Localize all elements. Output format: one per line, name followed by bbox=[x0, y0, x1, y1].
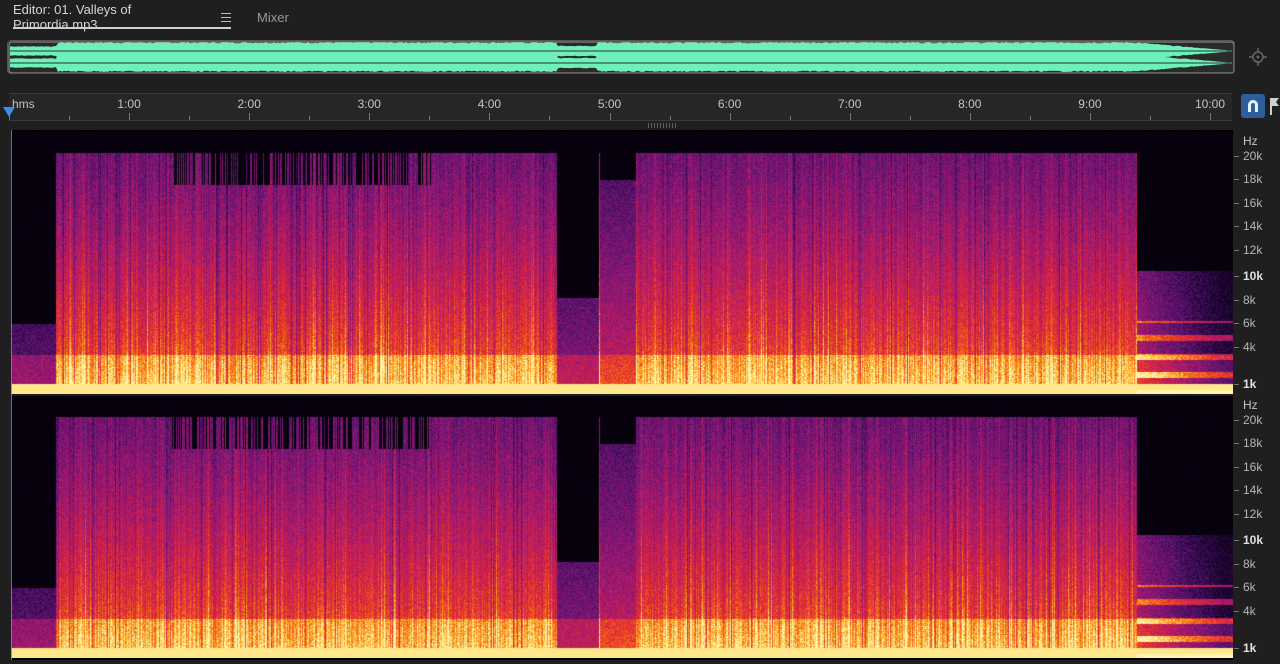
spectral-frequency-display[interactable] bbox=[11, 130, 1233, 660]
frequency-label: 8k bbox=[1243, 556, 1256, 571]
frequency-label: 6k bbox=[1243, 316, 1256, 331]
frequency-tick bbox=[1234, 276, 1239, 278]
frequency-tick bbox=[1234, 202, 1239, 204]
ruler-unit-label: hms bbox=[12, 97, 35, 111]
frequency-label: 4k bbox=[1243, 339, 1256, 354]
spectrogram-canvas-right bbox=[11, 396, 1233, 658]
playhead-marker[interactable] bbox=[3, 107, 15, 117]
frequency-label: 18k bbox=[1243, 436, 1263, 451]
ruler-tick bbox=[189, 116, 191, 120]
ruler-tick bbox=[249, 113, 251, 120]
ruler-tick bbox=[549, 116, 551, 120]
timeline-ruler[interactable]: hms 1:00 2:00 3:00 4:00 5:00 6:00 7:00 8:00 9:00… bbox=[9, 93, 1232, 121]
frequency-label: 8k bbox=[1243, 292, 1256, 307]
ruler-time-label: 5:00 bbox=[597, 97, 622, 111]
frequency-tick bbox=[1234, 587, 1239, 589]
ruler-tick bbox=[609, 113, 611, 120]
ruler-tick bbox=[1089, 113, 1091, 120]
overview-waveform[interactable] bbox=[7, 40, 1235, 74]
ruler-time-label: 2:00 bbox=[237, 97, 261, 111]
frequency-label: 10k bbox=[1243, 269, 1264, 284]
ruler-time-label: 10:00 bbox=[1194, 97, 1226, 111]
magnet-icon bbox=[1248, 100, 1258, 112]
frequency-unit-label: Hz bbox=[1243, 398, 1258, 412]
ruler-tick bbox=[789, 116, 791, 120]
ruler-tick bbox=[1149, 116, 1151, 120]
ruler-tick bbox=[909, 116, 911, 120]
ruler-tick bbox=[1029, 116, 1031, 120]
frequency-label: 1k bbox=[1243, 640, 1257, 655]
frequency-label: 10k bbox=[1243, 533, 1264, 548]
frequency-unit-label: Hz bbox=[1243, 134, 1258, 148]
frequency-tick bbox=[1234, 299, 1239, 301]
ruler-tick bbox=[1210, 113, 1211, 120]
ruler-time-label: 9:00 bbox=[1078, 97, 1102, 111]
ruler-tick bbox=[489, 113, 491, 120]
ruler-tick bbox=[429, 116, 431, 120]
panel-resize-grip[interactable] bbox=[648, 123, 676, 128]
ruler-tick bbox=[669, 116, 671, 120]
frequency-tick bbox=[1234, 513, 1239, 515]
zoom-navigator-icon[interactable] bbox=[1248, 47, 1268, 67]
ruler-time-label: 4:00 bbox=[477, 97, 502, 111]
frequency-label: 1k bbox=[1243, 376, 1257, 391]
frequency-tick bbox=[1234, 249, 1239, 251]
ruler-time-label: 8:00 bbox=[958, 97, 982, 111]
ruler-time-label: 6:00 bbox=[717, 97, 742, 111]
ruler-tick bbox=[969, 113, 971, 120]
frequency-tick bbox=[1234, 647, 1239, 649]
frequency-tick bbox=[1234, 610, 1239, 612]
frequency-tick bbox=[1234, 383, 1239, 385]
frequency-tick bbox=[1234, 540, 1239, 542]
frequency-tick bbox=[1234, 323, 1239, 325]
frequency-label: 14k bbox=[1243, 219, 1263, 234]
ruler-tick bbox=[69, 116, 71, 120]
frequency-label: 14k bbox=[1243, 483, 1263, 498]
frequency-tick bbox=[1234, 563, 1239, 565]
ruler-time-label: 7:00 bbox=[838, 97, 862, 111]
frequency-scale-left: Hz 20k 18k 16k 14k 12k 10k 8k 6k 4k 1k bbox=[1233, 132, 1280, 394]
tab-mixer-label: Mixer bbox=[257, 9, 289, 25]
frequency-label: 12k bbox=[1243, 506, 1263, 521]
frequency-tick bbox=[1234, 490, 1239, 492]
ruler-time-label: 1:00 bbox=[117, 97, 141, 111]
frequency-label: 6k bbox=[1243, 580, 1256, 595]
frequency-label: 20k bbox=[1243, 148, 1263, 163]
frequency-label: 4k bbox=[1243, 603, 1256, 618]
ruler-tick bbox=[849, 113, 851, 120]
panel-tab-bar: Editor: 01. Valleys of Primordia.mp3 Mix… bbox=[0, 0, 1280, 34]
frequency-label: 16k bbox=[1243, 195, 1263, 210]
frequency-tick bbox=[1234, 443, 1239, 445]
spectrogram-canvas-left bbox=[11, 132, 1233, 394]
frequency-tick bbox=[1234, 346, 1239, 348]
ruler-tick bbox=[129, 113, 131, 120]
frequency-tick bbox=[1234, 466, 1239, 468]
frequency-label: 18k bbox=[1243, 172, 1263, 187]
frequency-tick bbox=[1234, 226, 1239, 228]
marker-flag-icon[interactable] bbox=[1268, 96, 1280, 116]
tab-editor[interactable]: Editor: 01. Valleys of Primordia.mp3 bbox=[13, 0, 232, 34]
ruler-tick bbox=[729, 113, 731, 120]
frequency-tick bbox=[1234, 155, 1239, 157]
overview-waveform-graphic bbox=[8, 41, 1234, 73]
ruler-time-label: 3:00 bbox=[357, 97, 381, 111]
snap-toggle-button[interactable] bbox=[1241, 94, 1265, 118]
frequency-scale-right: Hz 20k 18k 16k 14k 12k 10k 8k 6k 4k 1k bbox=[1233, 396, 1280, 658]
frequency-tick bbox=[1234, 179, 1239, 181]
active-tab-underline bbox=[13, 27, 231, 29]
ruler-tick bbox=[309, 116, 311, 120]
frequency-label: 20k bbox=[1243, 412, 1263, 427]
frequency-tick bbox=[1234, 419, 1239, 421]
ruler-tick bbox=[369, 113, 371, 120]
frequency-label: 12k bbox=[1243, 242, 1263, 257]
tab-mixer[interactable]: Mixer bbox=[257, 0, 289, 34]
spectrogram-channel-left[interactable] bbox=[11, 132, 1233, 394]
spectrogram-channel-right[interactable] bbox=[11, 396, 1233, 658]
frequency-label: 16k bbox=[1243, 459, 1263, 474]
playback-cursor-line bbox=[11, 130, 12, 660]
audio-editor-app: Editor: 01. Valleys of Primordia.mp3 Mix… bbox=[0, 0, 1280, 664]
hamburger-menu-icon[interactable] bbox=[221, 12, 232, 22]
